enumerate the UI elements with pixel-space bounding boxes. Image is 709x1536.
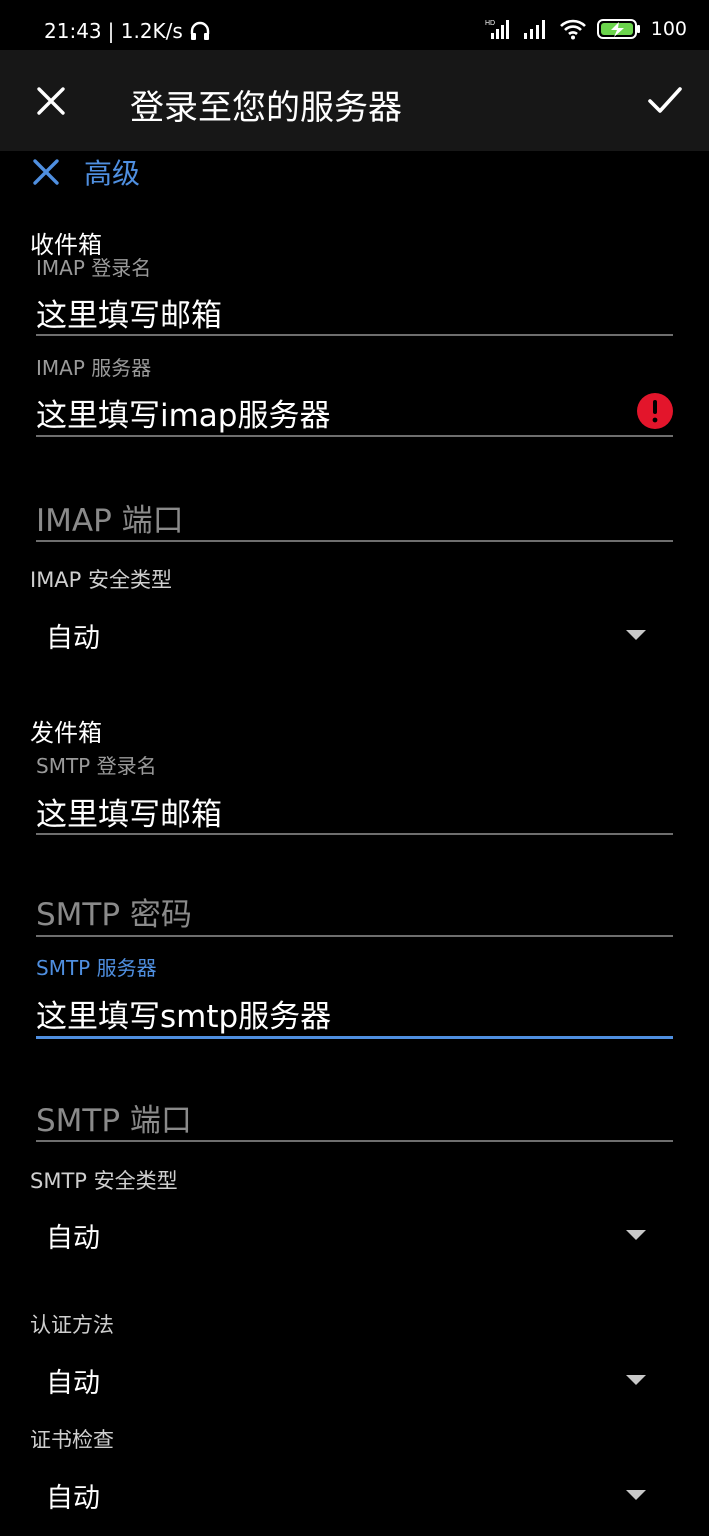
smtp-server-label: SMTP 服务器	[36, 956, 157, 980]
smtp-port-underline	[36, 1140, 673, 1142]
page-title: 登录至您的服务器	[130, 88, 402, 128]
dropdown-arrow-icon	[626, 630, 646, 640]
battery-percent: 100	[650, 18, 687, 40]
smtp-login-label: SMTP 登录名	[36, 754, 157, 778]
advanced-label: 高级	[84, 157, 141, 190]
imap-security-label: IMAP 安全类型	[30, 568, 173, 592]
imap-server-label: IMAP 服务器	[36, 356, 152, 380]
status-left: 21:43 | 1.2K/s	[44, 19, 211, 43]
auth-method-select[interactable]: 自动	[44, 1361, 646, 1401]
imap-security-select[interactable]: 自动	[44, 616, 646, 656]
smtp-security-value: 自动	[46, 1223, 100, 1254]
cert-check-value: 自动	[46, 1483, 100, 1514]
smtp-port-field[interactable]: SMTP 端口	[36, 1095, 192, 1140]
auth-method-value: 自动	[46, 1368, 100, 1399]
signal-icon	[523, 20, 545, 39]
battery-charging-icon	[596, 19, 640, 39]
svg-text:HD: HD	[485, 20, 495, 27]
smtp-password-field[interactable]: SMTP 密码	[36, 889, 192, 934]
smtp-login-underline	[36, 833, 673, 835]
headphones-icon	[190, 21, 210, 40]
outbox-section-title: 发件箱	[30, 719, 102, 747]
imap-port-underline	[36, 540, 673, 542]
auth-method-label: 认证方法	[30, 1313, 114, 1337]
imap-login-field[interactable]: 这里填写邮箱	[36, 290, 222, 335]
advanced-toggle[interactable]: 高级	[32, 152, 140, 192]
dropdown-arrow-icon	[626, 1375, 646, 1385]
smtp-server-underline	[36, 1036, 673, 1039]
dropdown-arrow-icon	[626, 1490, 646, 1500]
imap-port-field[interactable]: IMAP 端口	[36, 495, 184, 540]
imap-server-underline	[36, 435, 673, 437]
close-advanced-icon	[33, 159, 59, 185]
smtp-security-label: SMTP 安全类型	[30, 1169, 178, 1193]
dropdown-arrow-icon	[626, 1230, 646, 1240]
error-icon	[637, 393, 673, 429]
status-net-speed: | 1.2K/s	[107, 19, 183, 43]
smtp-security-select[interactable]: 自动	[44, 1216, 646, 1256]
status-bar: 21:43 | 1.2K/s HD 100	[0, 0, 709, 50]
wifi-icon	[559, 19, 586, 40]
close-icon[interactable]	[34, 84, 68, 118]
check-icon[interactable]	[647, 82, 683, 118]
cert-check-label: 证书检查	[30, 1428, 114, 1452]
cert-check-select[interactable]: 自动	[44, 1476, 646, 1516]
smtp-login-field[interactable]: 这里填写邮箱	[36, 789, 222, 834]
status-right: HD 100	[485, 18, 687, 40]
imap-security-value: 自动	[46, 623, 100, 654]
imap-server-field[interactable]: 这里填写imap服务器	[36, 390, 330, 435]
smtp-password-underline	[36, 935, 673, 937]
status-time: 21:43	[44, 19, 102, 43]
imap-login-underline	[36, 334, 673, 336]
app-bar: 登录至您的服务器	[0, 50, 709, 151]
smtp-server-field[interactable]: 这里填写smtp服务器	[36, 991, 331, 1036]
imap-login-label: IMAP 登录名	[36, 256, 152, 280]
hd-signal-icon: HD	[485, 20, 509, 39]
